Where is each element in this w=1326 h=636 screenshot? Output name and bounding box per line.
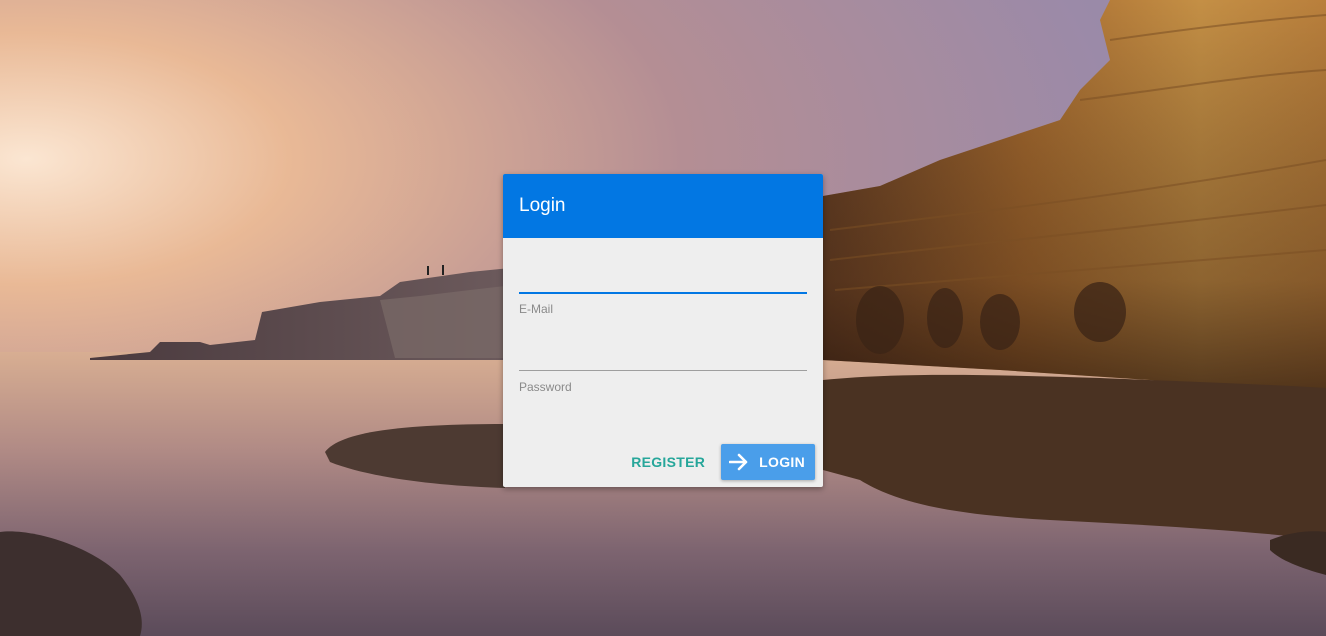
password-underline — [519, 370, 807, 371]
arrow-right-icon — [727, 450, 751, 474]
email-underline — [519, 292, 807, 294]
dialog-header: Login — [503, 174, 823, 238]
login-button-label: LOGIN — [759, 453, 805, 470]
dialog-title: Login — [519, 195, 566, 216]
password-label: Password — [519, 380, 572, 394]
register-button[interactable]: REGISTER — [615, 444, 721, 480]
password-input[interactable] — [519, 338, 807, 370]
dialog-actions: REGISTER LOGIN — [503, 436, 823, 487]
password-field-group: Password — [519, 316, 807, 394]
email-field-group: E-Mail — [519, 238, 807, 316]
login-dialog: Login E-Mail Password REGISTER LOGIN — [503, 174, 823, 487]
email-input[interactable] — [519, 260, 807, 292]
dialog-body: E-Mail Password — [503, 238, 823, 436]
login-button[interactable]: LOGIN — [721, 443, 815, 480]
email-label: E-Mail — [519, 302, 554, 316]
